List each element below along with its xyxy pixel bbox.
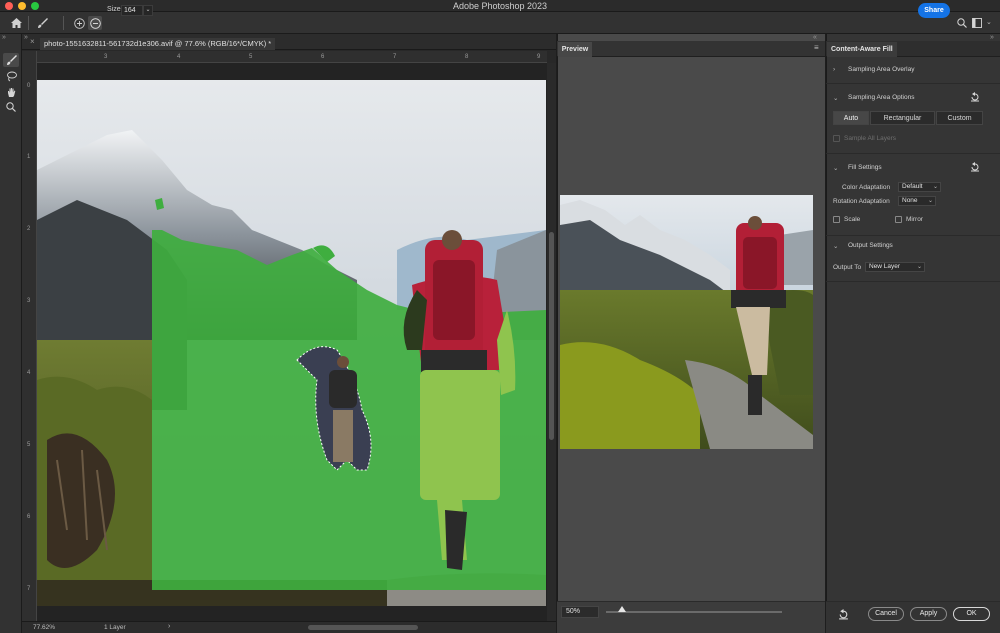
sampling-mode-custom[interactable]: Custom xyxy=(936,111,983,125)
output-to-label: Output To xyxy=(833,264,862,271)
layers-count: 1 Layer xyxy=(104,624,126,631)
vertical-scrollbar-thumb[interactable] xyxy=(549,232,554,440)
home-icon[interactable] xyxy=(9,16,23,30)
apply-button[interactable]: Apply xyxy=(910,607,947,621)
section-divider xyxy=(826,153,1000,154)
chevron-down-icon: ⌄ xyxy=(916,264,922,270)
subtract-icon[interactable] xyxy=(88,16,102,30)
hand-icon[interactable] xyxy=(3,85,19,99)
ruler-tick: 4 xyxy=(177,54,181,60)
chevron-down-icon: ⌄ xyxy=(932,184,938,190)
sampling-area-options-header[interactable]: Sampling Area Options xyxy=(848,94,914,101)
tools-panel xyxy=(0,34,22,633)
ruler-tick: 2 xyxy=(27,226,31,232)
mirror-checkbox[interactable] xyxy=(895,216,902,223)
sample-all-layers-checkbox[interactable] xyxy=(833,135,840,142)
ruler-tick: 6 xyxy=(27,514,31,520)
panel-menu-icon[interactable]: ≡ xyxy=(814,43,819,52)
rotation-adaptation-value: None xyxy=(902,197,918,204)
preview-tab-bar xyxy=(557,41,825,57)
horizontal-ruler[interactable]: 3 4 5 6 7 8 9 xyxy=(37,51,547,63)
rotation-adaptation-select[interactable]: None ⌄ xyxy=(898,196,936,206)
zoom-level[interactable]: 77.62% xyxy=(33,624,55,631)
ok-button[interactable]: OK xyxy=(953,607,990,621)
output-to-select[interactable]: New Layer ⌄ xyxy=(865,262,925,272)
chevron-down-icon[interactable]: ⌄ xyxy=(833,242,838,250)
collapse-icon[interactable]: » xyxy=(2,34,6,41)
scale-label: Scale xyxy=(844,216,861,223)
section-divider xyxy=(826,281,1000,282)
add-icon[interactable] xyxy=(72,16,86,30)
ruler-tick: 0 xyxy=(27,83,31,89)
brush-tool-icon[interactable] xyxy=(3,53,19,67)
color-adaptation-select[interactable]: Default ⌄ xyxy=(898,182,941,192)
collapse-icon[interactable]: » xyxy=(990,34,994,41)
document-tab-title[interactable]: photo-1551632811-561732d1e306.avif @ 77.… xyxy=(40,38,276,50)
ruler-tick: 5 xyxy=(27,442,31,448)
chevron-down-icon: ⌄ xyxy=(927,198,933,204)
ruler-tick: 1 xyxy=(27,154,31,160)
chevron-down-icon[interactable]: ⌄ xyxy=(986,18,992,26)
collapse-icon[interactable]: « xyxy=(813,34,817,41)
sampling-mode-rectangular[interactable]: Rectangular xyxy=(870,111,935,125)
reset-icon[interactable] xyxy=(970,92,980,105)
size-label: Size xyxy=(107,6,121,13)
cancel-button[interactable]: Cancel xyxy=(868,607,904,621)
search-icon[interactable] xyxy=(955,16,969,30)
ruler-tick: 4 xyxy=(27,370,31,376)
lasso-icon[interactable] xyxy=(3,69,19,83)
preview-image[interactable] xyxy=(560,195,813,449)
ruler-tick: 5 xyxy=(249,54,253,60)
size-input[interactable]: 164 xyxy=(121,5,143,16)
rotation-adaptation-label: Rotation Adaptation xyxy=(833,198,890,205)
ruler-tick: 6 xyxy=(321,54,325,60)
document-image[interactable] xyxy=(37,80,546,606)
color-adaptation-value: Default xyxy=(902,183,923,190)
sampling-mode-auto[interactable]: Auto xyxy=(833,111,869,125)
section-divider xyxy=(826,83,1000,84)
preview-zoom-input[interactable]: 50% xyxy=(561,606,599,618)
preview-zoom-slider-handle[interactable] xyxy=(617,606,626,612)
preview-zoom-slider[interactable] xyxy=(606,611,782,613)
output-to-value: New Layer xyxy=(869,263,901,270)
toolbar-divider xyxy=(63,16,64,30)
tab-content-aware-fill[interactable]: Content-Aware Fill xyxy=(827,42,897,57)
chevron-right-icon[interactable]: › xyxy=(833,66,835,73)
mirror-label: Mirror xyxy=(906,216,923,223)
workspace-icon[interactable] xyxy=(970,16,984,30)
ruler-tick: 7 xyxy=(393,54,397,60)
reset-all-icon[interactable] xyxy=(838,609,849,623)
ruler-tick: 8 xyxy=(465,54,469,60)
chevron-right-icon[interactable]: › xyxy=(168,623,170,630)
chevron-down-icon[interactable]: ⌄ xyxy=(833,164,838,172)
zoom-icon[interactable] xyxy=(3,100,19,114)
sample-all-layers-label: Sample All Layers xyxy=(844,135,897,142)
fill-settings-header[interactable]: Fill Settings xyxy=(848,164,882,171)
reset-icon[interactable] xyxy=(970,162,980,175)
brush-icon[interactable] xyxy=(35,16,49,30)
close-icon[interactable]: × xyxy=(30,37,35,46)
vertical-ruler[interactable]: 0 1 2 3 4 5 6 7 xyxy=(22,51,37,621)
output-settings-header[interactable]: Output Settings xyxy=(848,242,893,249)
collapse-icon[interactable]: » xyxy=(24,34,28,41)
horizontal-scrollbar-thumb[interactable] xyxy=(308,625,418,630)
ruler-tick: 3 xyxy=(104,54,108,60)
toolbar-divider xyxy=(28,16,29,30)
ruler-tick: 9 xyxy=(537,54,541,60)
chevron-down-icon[interactable]: ⌄ xyxy=(143,5,153,16)
ruler-tick: 3 xyxy=(27,298,31,304)
tab-preview[interactable]: Preview xyxy=(558,42,592,57)
scale-checkbox[interactable] xyxy=(833,216,840,223)
status-bar xyxy=(22,621,556,633)
ruler-tick: 7 xyxy=(27,586,31,592)
sampling-area-overlay-header[interactable]: Sampling Area Overlay xyxy=(848,66,914,73)
color-adaptation-label: Color Adaptation xyxy=(842,184,891,191)
share-button[interactable]: Share xyxy=(918,3,950,18)
section-divider xyxy=(826,235,1000,236)
chevron-down-icon[interactable]: ⌄ xyxy=(833,94,838,102)
